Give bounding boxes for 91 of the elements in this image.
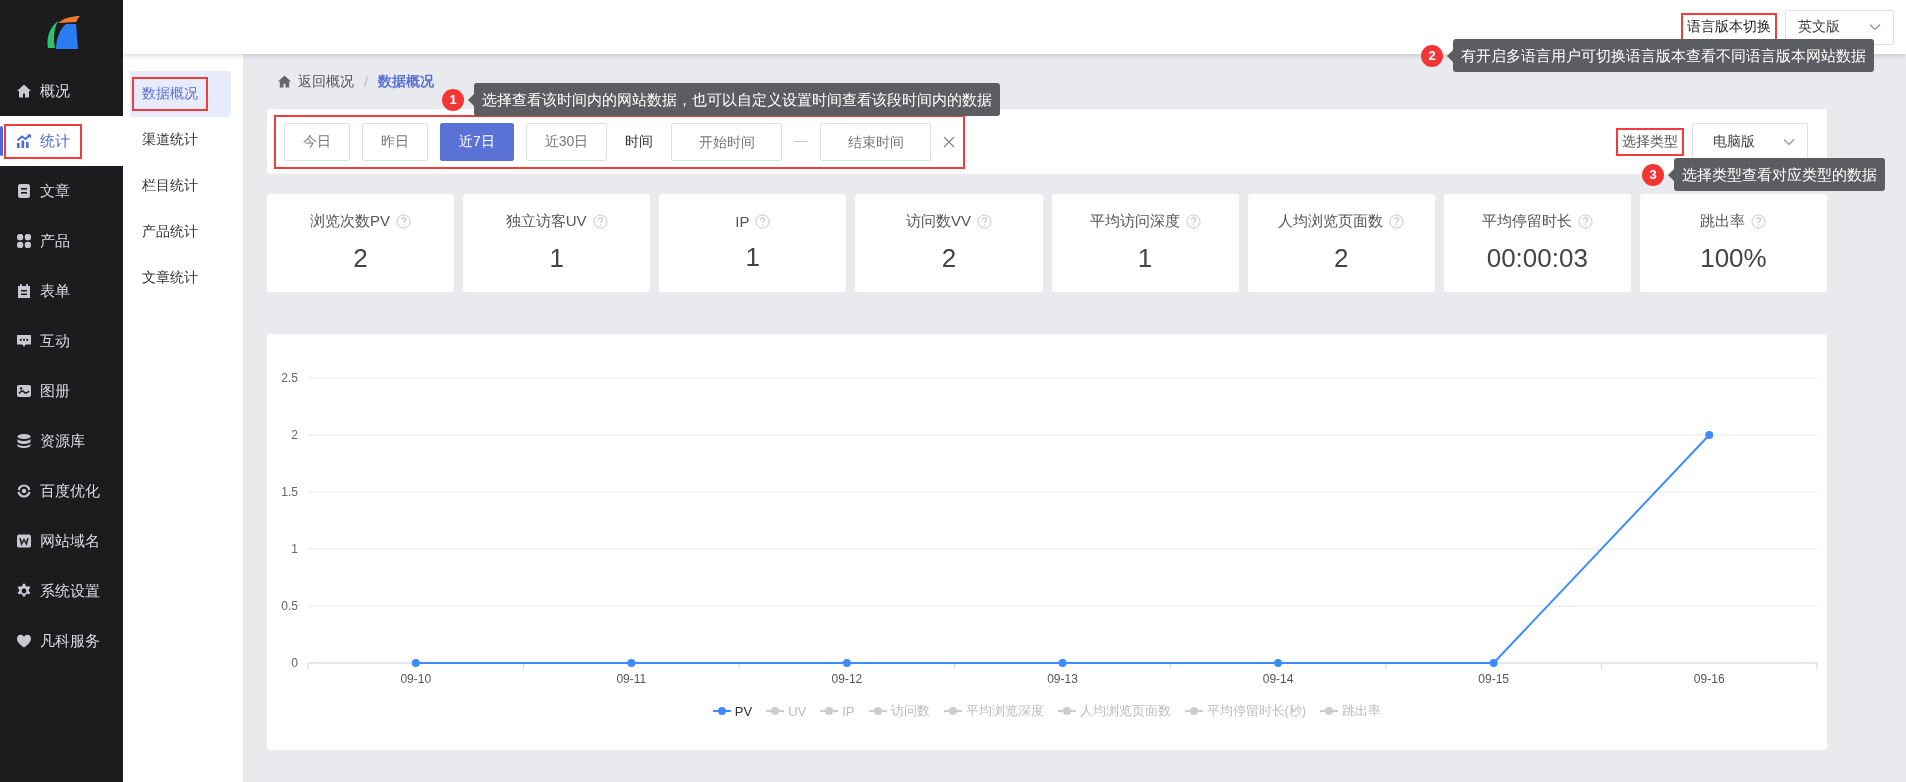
grid-icon bbox=[16, 233, 32, 249]
help-icon bbox=[592, 214, 608, 229]
stat-label: 独立访客UV bbox=[505, 212, 587, 231]
date-range-button[interactable]: 昨日 bbox=[362, 122, 428, 161]
date-range-button[interactable]: 今日 bbox=[284, 122, 350, 161]
x-axis-label: 09-10 bbox=[400, 672, 432, 686]
type-label: 选择类型 bbox=[1618, 129, 1682, 154]
sidebar-item[interactable]: 统计 bbox=[0, 116, 123, 166]
y-axis-label: 2 bbox=[291, 428, 298, 442]
data-point bbox=[411, 659, 420, 667]
stat-value: 100% bbox=[1700, 243, 1767, 274]
legend-marker-icon bbox=[820, 706, 839, 716]
data-point bbox=[1274, 659, 1283, 667]
legend-marker-icon bbox=[1320, 706, 1339, 716]
help-icon bbox=[396, 214, 412, 229]
x-axis-label: 09-14 bbox=[1262, 672, 1294, 686]
subnav-item[interactable]: 栏目统计 bbox=[130, 163, 231, 209]
stat-label: 访问数VV bbox=[905, 212, 971, 231]
breadcrumb-separator: / bbox=[364, 73, 368, 90]
stat-value: 2 bbox=[1333, 243, 1349, 274]
data-point bbox=[627, 659, 636, 667]
legend-marker-icon bbox=[943, 706, 962, 716]
stat-value: 2 bbox=[353, 243, 368, 274]
legend-marker-icon bbox=[1184, 706, 1203, 716]
x-axis-label: 09-12 bbox=[831, 672, 863, 686]
picture-icon bbox=[16, 383, 32, 399]
data-point bbox=[1489, 659, 1498, 667]
stat-label: 跳出率 bbox=[1700, 212, 1746, 231]
help-icon bbox=[1389, 214, 1405, 229]
language-switch-label: 语言版本切换 bbox=[1683, 15, 1775, 39]
clipboard-icon bbox=[16, 283, 32, 299]
stat-label: 浏览次数PV bbox=[310, 212, 391, 231]
stat-value: 1 bbox=[1137, 243, 1153, 274]
help-icon bbox=[1185, 214, 1201, 229]
date-range-button[interactable]: 近7日 bbox=[440, 122, 514, 161]
stat-label: 平均访问深度 bbox=[1089, 212, 1180, 231]
heart-icon bbox=[16, 633, 32, 649]
legend-item[interactable]: PV bbox=[712, 702, 753, 720]
document-icon bbox=[16, 183, 32, 199]
breadcrumb-link[interactable]: 数据概况 bbox=[377, 72, 434, 91]
ring-icon bbox=[16, 483, 32, 499]
chevron-down-icon bbox=[1869, 23, 1881, 31]
chat-icon bbox=[16, 333, 32, 349]
legend-marker-icon bbox=[868, 706, 887, 716]
stat-label: 人均浏览页面数 bbox=[1278, 212, 1384, 231]
home-icon bbox=[16, 83, 32, 99]
y-axis-label: 0.5 bbox=[281, 599, 298, 613]
start-time-field[interactable]: 开始时间 bbox=[671, 122, 783, 161]
y-axis-label: 2.5 bbox=[281, 371, 298, 385]
breadcrumb-link[interactable]: 返回概况 bbox=[277, 72, 354, 91]
x-axis-label: 09-11 bbox=[616, 672, 647, 686]
stat-value: 00:00:03 bbox=[1486, 243, 1588, 274]
stat-value: 1 bbox=[549, 243, 564, 274]
x-axis-label: 09-16 bbox=[1693, 672, 1725, 686]
help-icon bbox=[1577, 214, 1593, 229]
help-icon bbox=[976, 214, 992, 229]
stat-value: 1 bbox=[745, 242, 761, 273]
subnav-item[interactable]: 文章统计 bbox=[130, 255, 231, 301]
date-range-button[interactable]: 近30日 bbox=[525, 122, 608, 161]
y-axis-label: 0 bbox=[291, 656, 298, 670]
x-axis-label: 09-13 bbox=[1047, 672, 1078, 686]
data-point bbox=[1705, 431, 1714, 439]
annotation-tooltip: 有开启多语言用户可切换语言版本查看不同语言版本网站数据 bbox=[1453, 39, 1874, 72]
close-icon[interactable] bbox=[943, 135, 956, 148]
annotation-tooltip: 选择查看该时间内的网站数据，也可以自定义设置时间查看该段时间内的数据 bbox=[474, 83, 1000, 116]
y-axis-label: 1.5 bbox=[281, 485, 298, 499]
subnav-item[interactable]: 渠道统计 bbox=[130, 117, 231, 163]
data-point bbox=[842, 659, 851, 667]
legend-marker-icon bbox=[766, 706, 785, 716]
home-icon bbox=[277, 74, 292, 89]
database-icon bbox=[16, 433, 32, 449]
end-time-field[interactable]: 结束时间 bbox=[820, 122, 932, 161]
annotation-tooltip: 选择类型查看对应类型的数据 bbox=[1674, 158, 1885, 191]
y-axis-label: 1 bbox=[291, 542, 298, 556]
time-label: 时间 bbox=[625, 132, 654, 151]
subnav-item[interactable]: 数据概况 bbox=[130, 71, 231, 117]
number-badge: 1 bbox=[442, 88, 464, 111]
data-point bbox=[1058, 659, 1067, 667]
stat-value: 2 bbox=[941, 243, 957, 274]
legend-marker-icon bbox=[1057, 706, 1076, 716]
gear-icon bbox=[16, 583, 32, 599]
help-icon bbox=[1751, 214, 1767, 229]
stat-label: 平均停留时长 bbox=[1481, 212, 1572, 231]
legend-marker-icon bbox=[712, 706, 731, 716]
subnav-item[interactable]: 产品统计 bbox=[130, 209, 231, 255]
stat-label: IP bbox=[735, 213, 750, 230]
x-axis-label: 09-15 bbox=[1478, 672, 1509, 686]
chart-icon bbox=[16, 133, 32, 149]
zigzag-square-icon bbox=[16, 533, 32, 549]
chevron-down-icon bbox=[1783, 137, 1795, 146]
help-icon bbox=[755, 214, 771, 229]
